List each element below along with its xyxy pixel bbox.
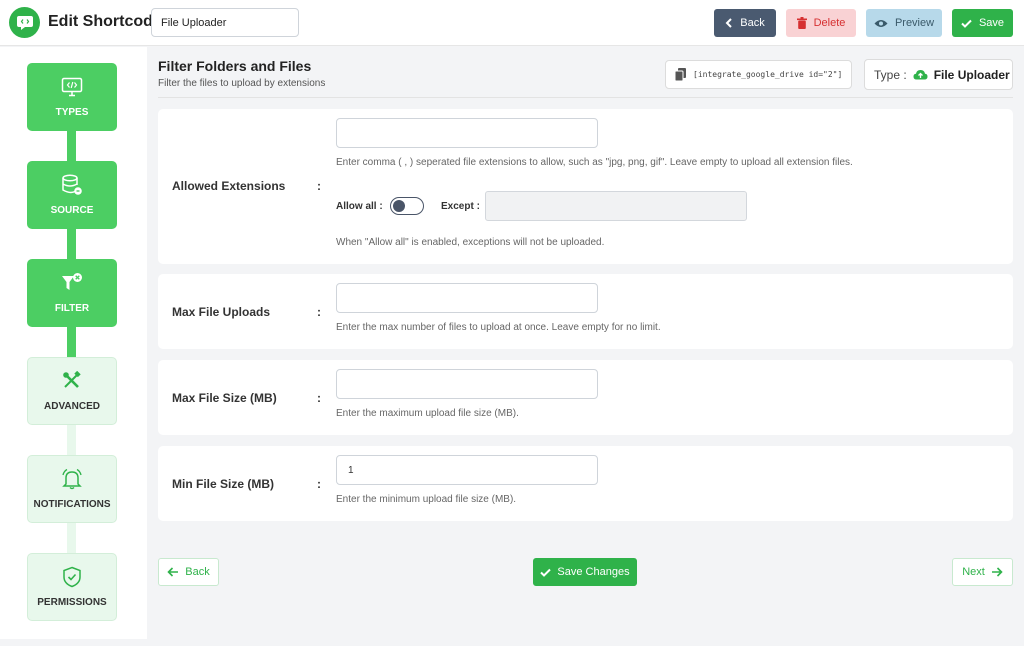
footer-next-button[interactable]: Next [952,558,1013,586]
step-label: NOTIFICATIONS [33,499,111,510]
max-file-uploads-help: Enter the max number of files to upload … [336,322,661,333]
top-header: Edit Shortcode Back Delete Preview Save [0,0,1024,46]
min-file-size-input[interactable] [336,455,598,485]
allowed-extensions-card: Allowed Extensions : Enter comma ( , ) s… [158,109,1013,264]
step-label: FILTER [54,303,90,314]
delete-button[interactable]: Delete [786,9,856,37]
back-button[interactable]: Back [714,9,776,37]
shortcode-text: [integrate_google_drive id="2"] [693,70,843,79]
save-button-label: Save [978,17,1005,29]
allowed-extensions-label: Allowed Extensions [172,179,286,193]
max-file-uploads-input[interactable] [336,283,598,313]
steps-sidebar: TYPES SOURCE FILTER ADVANCED NOTIFICATIO… [0,47,147,639]
allow-all-label: Allow all : [336,201,383,212]
max-file-size-label: Max File Size (MB) [172,391,277,405]
app-logo-icon [9,7,40,38]
type-badge: Type : File Uploader [864,59,1013,90]
back-button-label: Back [740,17,765,29]
shortcode-copy-box[interactable]: [integrate_google_drive id="2"] [665,60,852,89]
allowed-extensions-help: Enter comma ( , ) seperated file extensi… [336,157,853,168]
preview-button[interactable]: Preview [866,9,942,37]
step-label: TYPES [55,107,89,118]
header-divider [158,97,1013,98]
shield-check-icon [61,566,83,588]
database-icon [61,174,83,196]
save-changes-label: Save Changes [557,566,630,578]
field-colon: : [317,391,321,405]
check-icon [540,568,552,577]
step-label: PERMISSIONS [37,597,107,608]
max-file-size-input[interactable] [336,369,598,399]
step-advanced[interactable]: ADVANCED [27,357,117,425]
section-subtitle: Filter the files to upload by extensions [158,78,326,89]
trash-icon [796,17,807,29]
shortcode-title-input[interactable] [151,8,299,37]
min-file-size-card: Min File Size (MB) : Enter the minimum u… [158,446,1013,521]
min-file-size-help: Enter the minimum upload file size (MB). [336,494,517,505]
step-label: ADVANCED [44,401,100,412]
step-permissions[interactable]: PERMISSIONS [27,553,117,621]
step-source[interactable]: SOURCE [27,161,117,229]
footer-next-label: Next [962,566,985,578]
step-label: SOURCE [50,205,94,216]
field-colon: : [317,179,321,193]
chevron-left-icon [725,18,732,28]
max-file-size-help: Enter the maximum upload file size (MB). [336,408,519,419]
max-file-uploads-card: Max File Uploads : Enter the max number … [158,274,1013,349]
min-file-size-label: Min File Size (MB) [172,477,274,491]
type-label: Type : [874,67,907,82]
except-input[interactable] [485,191,747,221]
type-value: File Uploader [933,67,1010,82]
step-types[interactable]: TYPES [27,63,117,131]
preview-button-label: Preview [894,17,935,29]
allow-all-help: When "Allow all" is enabled, exceptions … [336,237,605,248]
arrow-right-icon [991,567,1003,577]
save-changes-button[interactable]: Save Changes [533,558,637,586]
filter-icon [61,272,83,294]
footer-back-label: Back [185,566,210,578]
field-colon: : [317,305,321,319]
step-notifications[interactable]: NOTIFICATIONS [27,455,117,523]
page-title: Edit Shortcode [48,13,162,30]
bell-icon [61,468,83,490]
tools-icon [61,370,83,392]
field-colon: : [317,477,321,491]
allow-all-toggle[interactable] [390,197,424,215]
step-filter[interactable]: FILTER [27,259,117,327]
toggle-knob [393,200,405,212]
code-monitor-icon [61,76,83,98]
section-title: Filter Folders and Files [158,58,312,74]
cloud-upload-icon [913,70,928,80]
except-label: Except : [441,201,480,212]
footer-back-button[interactable]: Back [158,558,219,586]
eye-icon [874,19,888,27]
arrow-left-icon [167,567,179,577]
check-icon [961,19,972,28]
delete-button-label: Delete [813,17,846,29]
save-button[interactable]: Save [952,9,1013,37]
max-file-size-card: Max File Size (MB) : Enter the maximum u… [158,360,1013,435]
allowed-extensions-input[interactable] [336,118,598,148]
copy-icon [675,68,686,81]
max-file-uploads-label: Max File Uploads [172,305,271,319]
